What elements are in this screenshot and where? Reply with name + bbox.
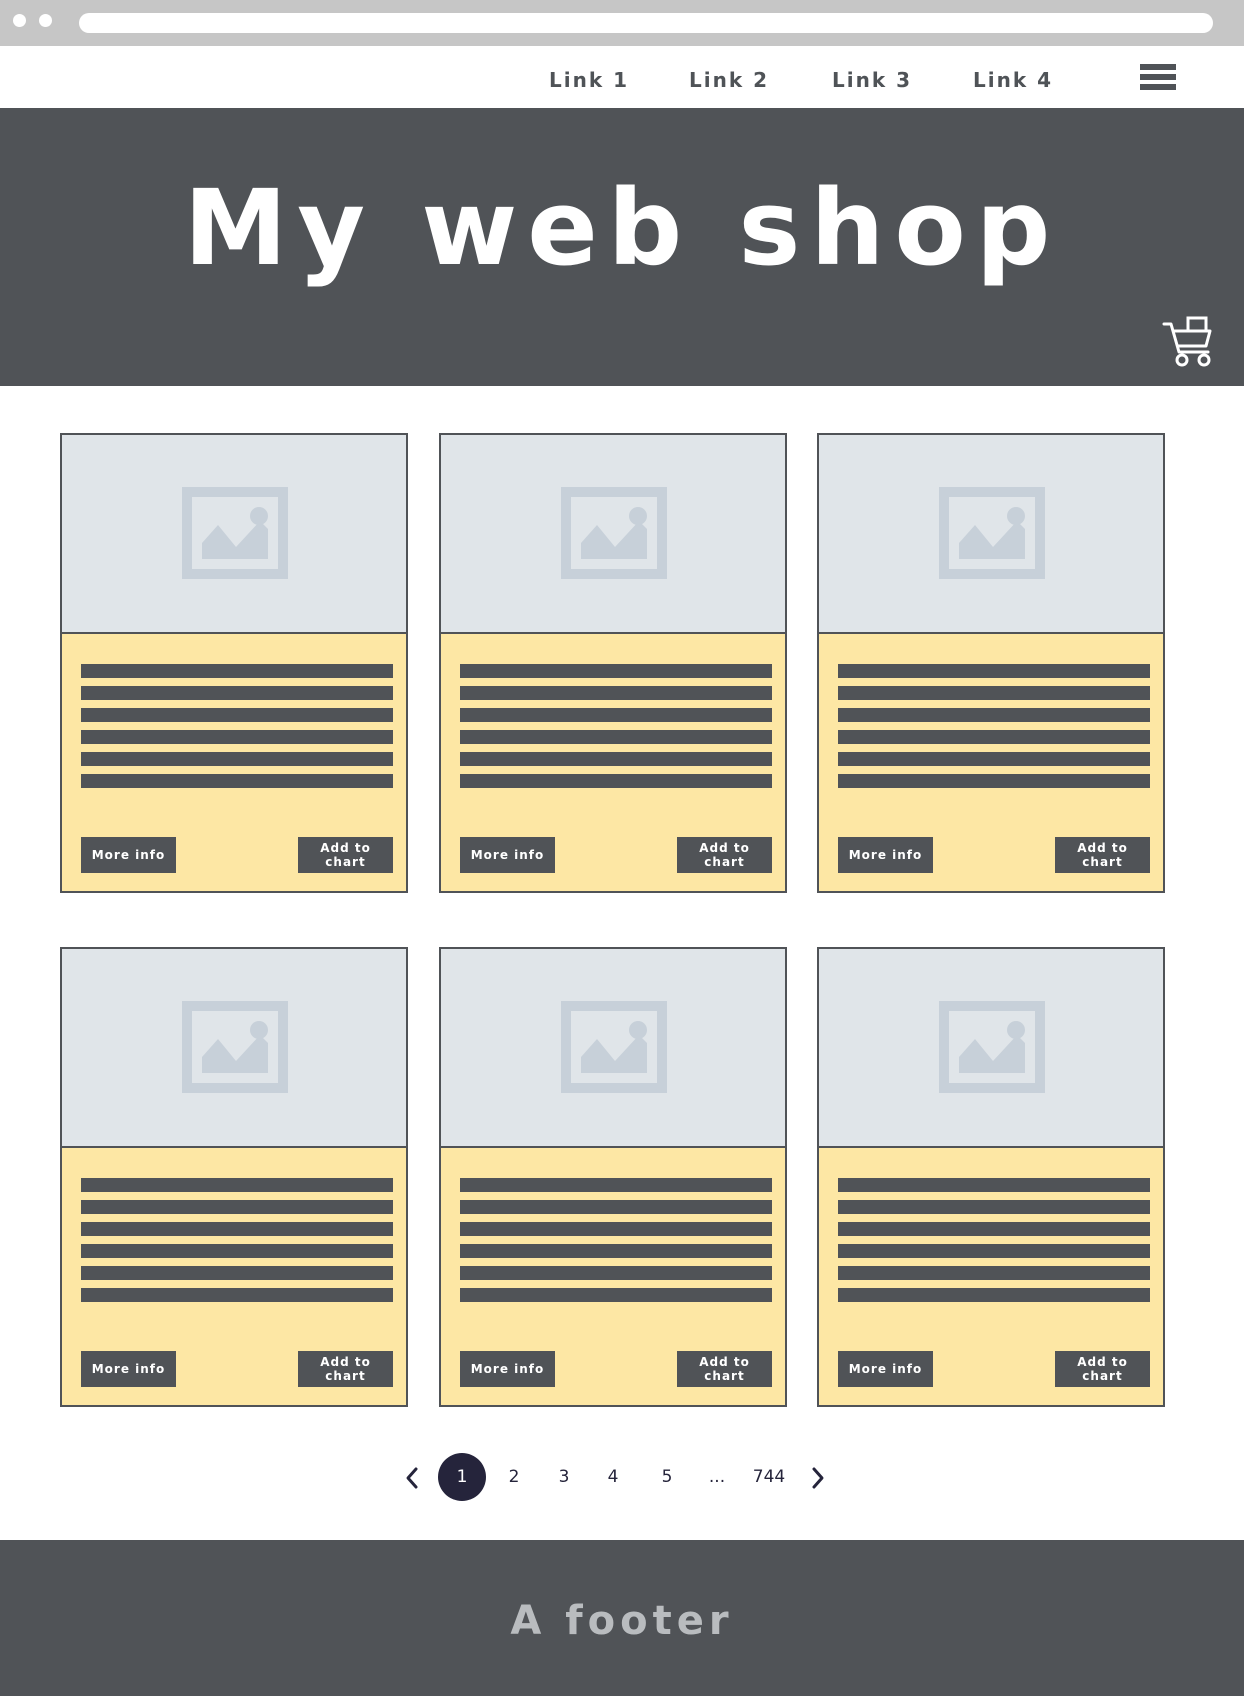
product-description-placeholder xyxy=(838,1178,1150,1310)
text-line-placeholder xyxy=(81,1288,393,1302)
text-line-placeholder xyxy=(838,774,1150,788)
product-description-placeholder xyxy=(460,1178,772,1310)
product-card: More info Add to chart xyxy=(817,947,1165,1407)
page-button[interactable]: 3 xyxy=(549,1454,579,1500)
image-placeholder-icon xyxy=(939,1001,1045,1093)
add-to-chart-button[interactable]: Add to chart xyxy=(677,837,772,873)
image-placeholder-icon xyxy=(182,1001,288,1093)
page-button[interactable]: 5 xyxy=(652,1454,682,1500)
text-line-placeholder xyxy=(460,686,772,700)
text-line-placeholder xyxy=(838,1266,1150,1280)
add-to-chart-button[interactable]: Add to chart xyxy=(298,1351,393,1387)
image-placeholder-icon xyxy=(939,487,1045,579)
add-to-chart-button[interactable]: Add to chart xyxy=(1055,837,1150,873)
browser-chrome xyxy=(0,0,1244,46)
text-line-placeholder xyxy=(460,708,772,722)
text-line-placeholder xyxy=(838,708,1150,722)
text-line-placeholder xyxy=(838,752,1150,766)
text-line-placeholder xyxy=(838,1178,1150,1192)
pagination: 1 2 3 4 5 ... 744 xyxy=(0,1450,1244,1504)
product-card: More info Add to chart xyxy=(439,433,787,893)
text-line-placeholder xyxy=(838,1244,1150,1258)
text-line-placeholder xyxy=(460,1222,772,1236)
product-image[interactable] xyxy=(819,435,1163,634)
page-button-last[interactable]: 744 xyxy=(744,1454,794,1500)
product-image[interactable] xyxy=(62,949,406,1148)
product-description-placeholder xyxy=(81,664,393,796)
footer-text: A footer xyxy=(510,1598,734,1644)
text-line-placeholder xyxy=(81,1178,393,1192)
text-line-placeholder xyxy=(460,1244,772,1258)
more-info-button[interactable]: More info xyxy=(81,837,176,873)
nav-link-3[interactable]: Link 3 xyxy=(832,68,912,92)
text-line-placeholder xyxy=(81,730,393,744)
image-placeholder-icon xyxy=(182,487,288,579)
product-image[interactable] xyxy=(819,949,1163,1148)
text-line-placeholder xyxy=(460,1288,772,1302)
product-image[interactable] xyxy=(441,435,785,634)
text-line-placeholder xyxy=(838,1200,1150,1214)
more-info-button[interactable]: More info xyxy=(81,1351,176,1387)
hamburger-menu-icon[interactable] xyxy=(1140,64,1176,94)
text-line-placeholder xyxy=(460,664,772,678)
product-description-placeholder xyxy=(460,664,772,796)
text-line-placeholder xyxy=(460,730,772,744)
text-line-placeholder xyxy=(838,730,1150,744)
product-description-placeholder xyxy=(838,664,1150,796)
text-line-placeholder xyxy=(81,752,393,766)
text-line-placeholder xyxy=(838,664,1150,678)
product-description-placeholder xyxy=(81,1178,393,1310)
page-button-current[interactable]: 1 xyxy=(438,1453,486,1501)
image-placeholder-icon xyxy=(561,487,667,579)
text-line-placeholder xyxy=(81,774,393,788)
page-footer: A footer xyxy=(0,1540,1244,1696)
image-placeholder-icon xyxy=(561,1001,667,1093)
product-image[interactable] xyxy=(62,435,406,634)
hero-banner: My web shop xyxy=(0,108,1244,386)
add-to-chart-button[interactable]: Add to chart xyxy=(677,1351,772,1387)
text-line-placeholder xyxy=(460,752,772,766)
product-card: More info Add to chart xyxy=(60,947,408,1407)
chevron-left-icon[interactable] xyxy=(404,1466,420,1490)
add-to-chart-button[interactable]: Add to chart xyxy=(1055,1351,1150,1387)
text-line-placeholder xyxy=(460,1266,772,1280)
text-line-placeholder xyxy=(81,664,393,678)
text-line-placeholder xyxy=(81,1266,393,1280)
text-line-placeholder xyxy=(460,1200,772,1214)
text-line-placeholder xyxy=(81,1222,393,1236)
text-line-placeholder xyxy=(838,686,1150,700)
add-to-chart-button[interactable]: Add to chart xyxy=(298,837,393,873)
page-title: My web shop xyxy=(183,167,1061,289)
product-card: More info Add to chart xyxy=(439,947,787,1407)
text-line-placeholder xyxy=(81,708,393,722)
address-bar[interactable] xyxy=(79,13,1213,33)
more-info-button[interactable]: More info xyxy=(460,1351,555,1387)
window-dot-icon xyxy=(39,14,52,27)
nav-link-4[interactable]: Link 4 xyxy=(973,68,1053,92)
more-info-button[interactable]: More info xyxy=(838,837,933,873)
text-line-placeholder xyxy=(838,1288,1150,1302)
nav-link-1[interactable]: Link 1 xyxy=(549,68,629,92)
top-navigation: Link 1 Link 2 Link 3 Link 4 xyxy=(0,46,1244,108)
page-button[interactable]: 4 xyxy=(598,1454,628,1500)
product-card: More info Add to chart xyxy=(60,433,408,893)
window-dot-icon xyxy=(13,14,26,27)
text-line-placeholder xyxy=(81,1244,393,1258)
shopping-cart-icon[interactable] xyxy=(1162,316,1214,368)
page-ellipsis: ... xyxy=(708,1467,726,1487)
more-info-button[interactable]: More info xyxy=(460,837,555,873)
product-image[interactable] xyxy=(441,949,785,1148)
more-info-button[interactable]: More info xyxy=(838,1351,933,1387)
text-line-placeholder xyxy=(81,686,393,700)
text-line-placeholder xyxy=(460,774,772,788)
text-line-placeholder xyxy=(81,1200,393,1214)
page-button[interactable]: 2 xyxy=(499,1454,529,1500)
product-card: More info Add to chart xyxy=(817,433,1165,893)
text-line-placeholder xyxy=(838,1222,1150,1236)
text-line-placeholder xyxy=(460,1178,772,1192)
nav-link-2[interactable]: Link 2 xyxy=(689,68,769,92)
chevron-right-icon[interactable] xyxy=(810,1466,826,1490)
